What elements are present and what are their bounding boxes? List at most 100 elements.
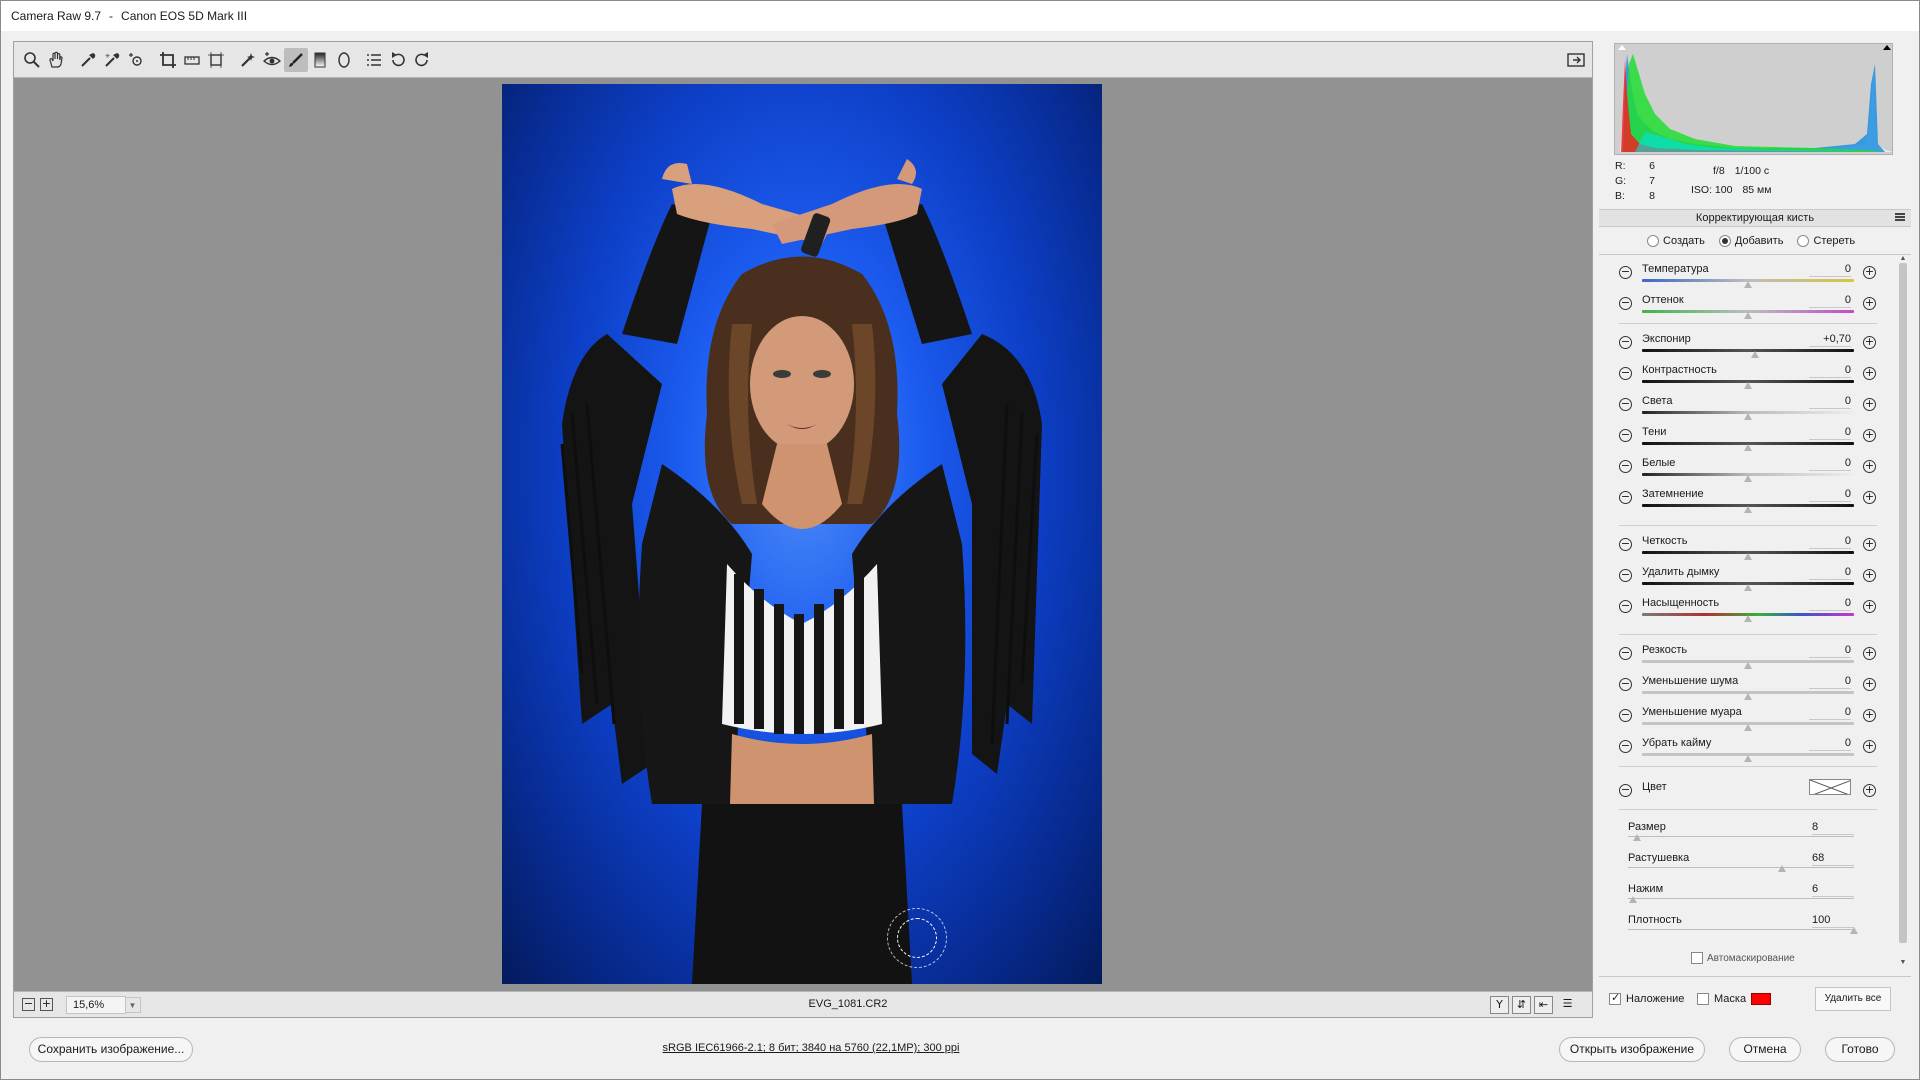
slider-handle[interactable] — [1744, 755, 1752, 762]
open-image-button[interactable]: Открыть изображение — [1559, 1037, 1705, 1062]
mode-radio[interactable] — [1797, 235, 1810, 247]
increase-icon[interactable]: + — [1863, 367, 1876, 380]
slider-handle[interactable] — [1744, 281, 1752, 288]
slider-handle[interactable] — [1744, 382, 1752, 389]
slider-handle[interactable] — [1744, 553, 1752, 560]
slider-handle[interactable] — [1744, 312, 1752, 319]
brush-setting-value[interactable]: 6 — [1812, 883, 1854, 897]
adjustment-value[interactable]: 0 — [1809, 263, 1851, 277]
slider-handle[interactable] — [1628, 896, 1637, 903]
increase-icon[interactable]: + — [1863, 398, 1876, 411]
brush-setting-value[interactable]: 8 — [1812, 821, 1854, 835]
color-sampler-tool[interactable]: ✳ — [100, 48, 124, 72]
mode-option[interactable]: Создать — [1647, 235, 1705, 247]
crop-tool[interactable] — [156, 48, 180, 72]
hand-tool[interactable] — [44, 48, 68, 72]
red-eye-tool[interactable] — [260, 48, 284, 72]
decrease-icon[interactable]: − — [1619, 460, 1632, 473]
brush-setting-track[interactable] — [1628, 867, 1854, 868]
decrease-icon[interactable]: − — [1619, 429, 1632, 442]
scroll-thumb[interactable] — [1899, 263, 1907, 943]
panel-menu-icon[interactable] — [1895, 213, 1905, 221]
decrease-icon[interactable]: − — [1619, 398, 1632, 411]
mask-color-swatch[interactable] — [1751, 993, 1772, 1005]
brush-setting-track[interactable] — [1628, 929, 1854, 930]
increase-icon[interactable]: + — [1863, 784, 1876, 797]
increase-icon[interactable]: + — [1863, 678, 1876, 691]
slider-handle[interactable] — [1850, 927, 1858, 934]
auto-mask-option[interactable]: Автомаскирование — [1691, 952, 1795, 964]
zoom-tool[interactable] — [20, 48, 44, 72]
slider-handle[interactable] — [1744, 615, 1752, 622]
increase-icon[interactable]: + — [1863, 740, 1876, 753]
brush-setting-track[interactable] — [1628, 836, 1854, 837]
decrease-icon[interactable]: − — [1619, 740, 1632, 753]
adjustment-value[interactable]: 0 — [1809, 675, 1851, 689]
adjustment-value[interactable]: 0 — [1809, 566, 1851, 580]
preferences-tool[interactable] — [362, 48, 386, 72]
mode-radio[interactable] — [1647, 235, 1659, 247]
rotate-ccw-tool[interactable] — [386, 48, 410, 72]
slider-handle[interactable] — [1744, 444, 1752, 451]
adjustment-value[interactable]: +0,70 — [1809, 333, 1851, 347]
adjustment-value[interactable]: 0 — [1809, 597, 1851, 611]
slider-handle[interactable] — [1633, 834, 1642, 841]
cancel-button[interactable]: Отмена — [1729, 1037, 1801, 1062]
decrease-icon[interactable]: − — [1619, 709, 1632, 722]
decrease-icon[interactable]: − — [1619, 367, 1632, 380]
decrease-icon[interactable]: − — [1619, 784, 1632, 797]
color-swatch[interactable] — [1809, 779, 1851, 795]
slider-handle[interactable] — [1751, 351, 1760, 358]
graduated-filter-tool[interactable] — [308, 48, 332, 72]
mask-checkbox[interactable] — [1697, 993, 1709, 1005]
adjustment-value[interactable]: 0 — [1809, 426, 1851, 440]
decrease-icon[interactable]: − — [1619, 678, 1632, 691]
brush-setting-value[interactable]: 100 — [1812, 914, 1854, 928]
adjustment-value[interactable]: 0 — [1809, 488, 1851, 502]
targeted-adjustment-tool[interactable] — [124, 48, 148, 72]
auto-mask-checkbox[interactable] — [1691, 952, 1703, 964]
decrease-icon[interactable]: − — [1619, 336, 1632, 349]
mode-radio[interactable] — [1718, 235, 1731, 247]
rotate-cw-tool[interactable] — [410, 48, 434, 72]
increase-icon[interactable]: + — [1863, 336, 1876, 349]
workflow-options-link[interactable]: sRGB IEC61966-2.1; 8 бит; 3840 на 5760 (… — [1, 1042, 1621, 1054]
adjustment-value[interactable]: 0 — [1809, 706, 1851, 720]
slider-handle[interactable] — [1777, 865, 1786, 872]
adjustment-value[interactable]: 0 — [1809, 737, 1851, 751]
photo-preview[interactable] — [502, 84, 1102, 984]
increase-icon[interactable]: + — [1863, 297, 1876, 310]
slider-handle[interactable] — [1744, 413, 1752, 420]
decrease-icon[interactable]: − — [1619, 491, 1632, 504]
preview-canvas[interactable] — [14, 78, 1592, 984]
increase-icon[interactable]: + — [1863, 491, 1876, 504]
decrease-icon[interactable]: − — [1619, 647, 1632, 660]
adjustment-value[interactable]: 0 — [1809, 294, 1851, 308]
clear-all-button[interactable]: Удалить все — [1815, 987, 1891, 1011]
decrease-icon[interactable]: − — [1619, 297, 1632, 310]
increase-icon[interactable]: + — [1863, 709, 1876, 722]
overlay-checkbox[interactable] — [1609, 991, 1621, 1005]
before-after-view-button[interactable]: Y — [1490, 996, 1509, 1014]
panel-scrollbar[interactable]: ▲ ▼ — [1899, 255, 1907, 969]
increase-icon[interactable]: + — [1863, 460, 1876, 473]
swap-before-after-button[interactable]: ⇵ — [1512, 996, 1531, 1014]
mode-option[interactable]: Стереть — [1797, 235, 1855, 247]
view-settings-icon[interactable]: ☰ — [1558, 996, 1577, 1014]
increase-icon[interactable]: + — [1863, 429, 1876, 442]
copy-settings-button[interactable]: ⇤ — [1534, 996, 1553, 1014]
white-balance-tool[interactable] — [76, 48, 100, 72]
increase-icon[interactable]: + — [1863, 600, 1876, 613]
increase-icon[interactable]: + — [1863, 538, 1876, 551]
slider-handle[interactable] — [1744, 662, 1752, 669]
straighten-tool[interactable] — [180, 48, 204, 72]
transform-tool[interactable] — [204, 48, 228, 72]
adjustment-value[interactable]: 0 — [1809, 395, 1851, 409]
slider-handle[interactable] — [1744, 584, 1752, 591]
decrease-icon[interactable]: − — [1619, 538, 1632, 551]
decrease-icon[interactable]: − — [1619, 266, 1632, 279]
scroll-down-icon[interactable]: ▼ — [1899, 959, 1907, 966]
fullscreen-toggle[interactable] — [1564, 48, 1588, 72]
brush-setting-track[interactable] — [1628, 898, 1854, 899]
scroll-up-icon[interactable]: ▲ — [1899, 255, 1907, 262]
